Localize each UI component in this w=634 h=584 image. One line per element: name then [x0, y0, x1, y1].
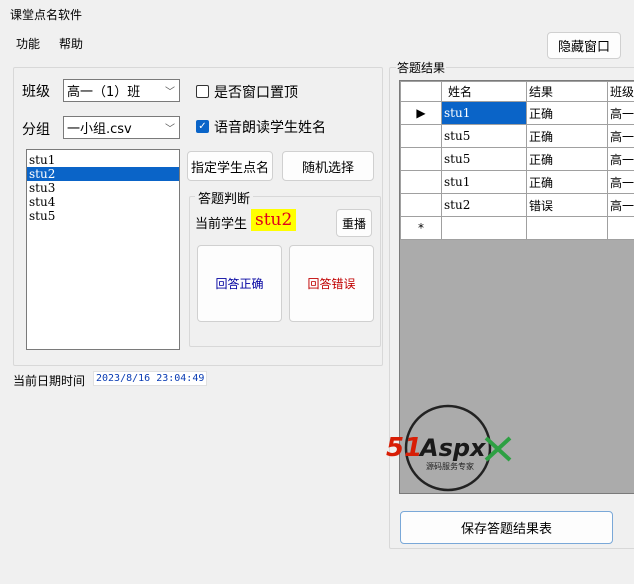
table-row[interactable]: stu5 正确 高一 — [400, 124, 634, 148]
voice-checkbox-label[interactable]: 语音朗读学生姓名 — [214, 117, 326, 137]
row-header — [400, 147, 442, 171]
group-select[interactable]: 一小组.csv ﹀ — [63, 116, 180, 139]
answer-judge-title: 答题判断 — [195, 188, 254, 207]
topmost-checkbox-label[interactable]: 是否窗口置顶 — [214, 82, 298, 102]
window-title: 课堂点名软件 — [10, 8, 83, 22]
menu-item-function[interactable]: 功能 — [16, 35, 40, 52]
table-cell-result[interactable] — [526, 216, 608, 240]
class-select-value: 高一（1）班 — [67, 85, 141, 100]
svg-text:Aspx: Aspx — [418, 434, 487, 462]
answer-wrong-button[interactable]: 回答错误 — [289, 245, 374, 322]
table-cell-name[interactable]: stu1 — [441, 101, 527, 125]
list-item[interactable]: stu1 — [27, 153, 179, 167]
table-cell-class[interactable]: 高一 — [607, 101, 634, 125]
topmost-checkbox[interactable] — [196, 85, 209, 98]
table-row[interactable]: ▶ stu1 正确 高一 — [400, 101, 634, 125]
svg-text:源码服务专家: 源码服务专家 — [426, 461, 474, 471]
row-header — [400, 170, 442, 194]
watermark-logo: 51 Aspx 源码服务专家 — [386, 402, 516, 494]
row-header — [400, 124, 442, 148]
student-list[interactable]: stu1 stu2 stu3 stu4 stu5 — [26, 149, 180, 350]
table-cell-class[interactable]: 高一 — [607, 147, 634, 171]
list-item[interactable]: stu3 — [27, 181, 179, 195]
current-row-arrow-icon: ▶ — [400, 101, 442, 125]
column-header-result[interactable]: 结果 — [526, 81, 608, 102]
group-select-value: 一小组.csv — [67, 122, 132, 137]
row-header-corner — [400, 81, 442, 102]
answer-correct-button[interactable]: 回答正确 — [197, 245, 282, 322]
column-header-class[interactable]: 班级 — [607, 81, 634, 102]
chevron-down-icon: ﹀ — [165, 124, 175, 135]
row-header — [400, 193, 442, 217]
table-cell-class[interactable] — [607, 216, 634, 240]
table-new-row[interactable]: * — [400, 216, 634, 240]
table-cell-result[interactable]: 错误 — [526, 193, 608, 217]
table-cell-result[interactable]: 正确 — [526, 124, 608, 148]
hide-window-button[interactable]: 隐藏窗口 — [547, 32, 621, 59]
new-row-marker: * — [400, 216, 442, 240]
table-cell-result[interactable]: 正确 — [526, 147, 608, 171]
table-cell-name[interactable] — [441, 216, 527, 240]
table-header-row: 姓名 结果 班级 — [400, 81, 634, 102]
menu-item-help[interactable]: 帮助 — [59, 35, 83, 52]
table-row[interactable]: stu2 错误 高一 — [400, 193, 634, 217]
date-value: 2023/8/16 23:04:49 — [93, 371, 208, 386]
voice-checkbox[interactable]: ✓ — [196, 120, 209, 133]
random-select-button[interactable]: 随机选择 — [282, 151, 374, 181]
table-row[interactable]: stu1 正确 高一 — [400, 170, 634, 194]
replay-button[interactable]: 重播 — [336, 209, 372, 237]
table-cell-name[interactable]: stu2 — [441, 193, 527, 217]
table-cell-result[interactable]: 正确 — [526, 170, 608, 194]
table-cell-class[interactable]: 高一 — [607, 124, 634, 148]
column-header-name[interactable]: 姓名 — [441, 81, 527, 102]
current-student-label: 当前学生 — [195, 217, 248, 232]
list-item-selected[interactable]: stu2 — [27, 167, 179, 181]
table-cell-name[interactable]: stu5 — [441, 124, 527, 148]
results-title: 答题结果 — [396, 59, 447, 76]
table-cell-name[interactable]: stu5 — [441, 147, 527, 171]
list-item[interactable]: stu5 — [27, 209, 179, 223]
watermark-logo-graphic: 51 Aspx 源码服务专家 — [386, 404, 512, 492]
class-select[interactable]: 高一（1）班 ﹀ — [63, 79, 180, 102]
class-label: 班级 — [22, 84, 50, 100]
table-cell-result[interactable]: 正确 — [526, 101, 608, 125]
table-row[interactable]: stu5 正确 高一 — [400, 147, 634, 171]
date-label: 当前日期时间 — [13, 374, 86, 388]
current-student-name: stu2 — [251, 209, 297, 231]
results-table: 姓名 结果 班级 ▶ stu1 正确 高一 stu5 正确 高一 stu5 正确… — [400, 81, 634, 240]
save-results-button[interactable]: 保存答题结果表 — [400, 511, 613, 544]
svg-text:51: 51 — [386, 433, 422, 463]
table-cell-class[interactable]: 高一 — [607, 193, 634, 217]
group-label: 分组 — [22, 122, 50, 138]
table-cell-class[interactable]: 高一 — [607, 170, 634, 194]
assign-student-button[interactable]: 指定学生点名 — [187, 151, 273, 181]
chevron-down-icon: ﹀ — [165, 87, 175, 98]
table-cell-name[interactable]: stu1 — [441, 170, 527, 194]
list-item[interactable]: stu4 — [27, 195, 179, 209]
